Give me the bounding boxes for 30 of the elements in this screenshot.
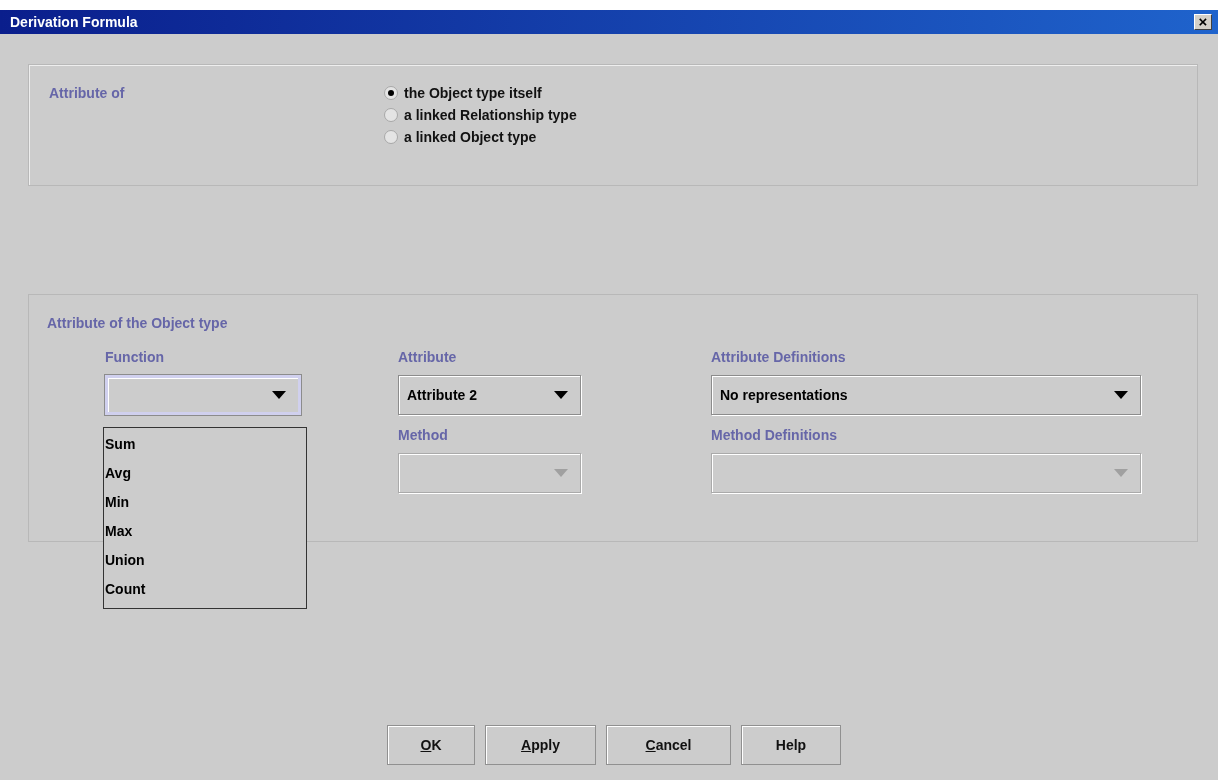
list-option[interactable]: Sum xyxy=(104,430,306,459)
group-label: Attribute of xyxy=(49,85,126,103)
list-option[interactable]: Count xyxy=(104,575,306,604)
dialog-button[interactable]: Apply xyxy=(485,725,596,765)
list-option[interactable]: Avg xyxy=(104,459,306,488)
radio-option[interactable]: the Object type itself xyxy=(384,85,577,101)
dropdown[interactable]: Attribute 2 xyxy=(398,375,581,415)
radio-option[interactable]: a linked Relationship type xyxy=(384,107,577,123)
caret-icon xyxy=(554,469,568,477)
field-label: Function xyxy=(105,349,166,365)
dialog-button[interactable]: Cancel xyxy=(606,725,731,765)
list-option[interactable]: Min xyxy=(104,488,306,517)
field-label: Method xyxy=(398,427,449,443)
caret-icon xyxy=(1114,391,1128,399)
field-label: Attribute Definitions xyxy=(711,349,847,365)
dropdown[interactable]: No representations xyxy=(711,375,1141,415)
caret-icon xyxy=(554,391,568,399)
caret-icon xyxy=(272,391,286,399)
field-label: Method Definitions xyxy=(711,427,838,443)
field-label: Attribute xyxy=(398,349,458,365)
dropdown[interactable] xyxy=(105,375,301,415)
caret-icon xyxy=(1114,469,1128,477)
close-button[interactable]: × xyxy=(1194,14,1212,30)
dialog-button[interactable]: Help xyxy=(741,725,841,765)
radio-option[interactable]: a linked Object type xyxy=(384,129,577,145)
list-option[interactable]: Union xyxy=(104,546,306,575)
list-option[interactable]: Max xyxy=(104,517,306,546)
dialog-button[interactable]: OK xyxy=(387,725,475,765)
group-title: Attribute of the Object type xyxy=(47,315,228,331)
window-title: Derivation Formula xyxy=(10,14,138,30)
